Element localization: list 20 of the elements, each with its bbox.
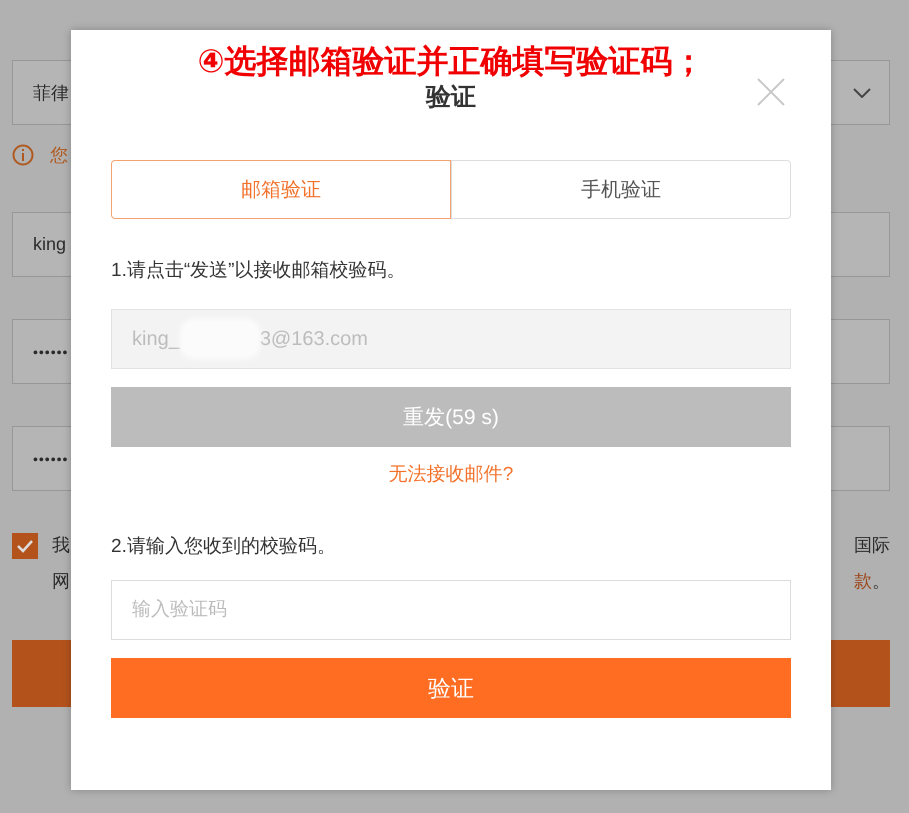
tab[interactable]: 手机验证 [451, 160, 791, 219]
agreement-text: 我 [52, 534, 70, 557]
agreement-text: 国际 [854, 535, 890, 555]
code-field[interactable]: 输入验证码 [111, 580, 791, 640]
agreement-checkbox[interactable] [12, 533, 38, 559]
chevron-down-icon [853, 88, 871, 98]
checkmark-icon [16, 539, 34, 553]
annotation-text: ④选择邮箱验证并正确填写验证码； [197, 42, 705, 80]
notice-text: 您 [50, 144, 68, 167]
agreement-text: 。 [872, 571, 890, 591]
info-icon [12, 144, 34, 166]
select-value: 菲律 [33, 82, 69, 104]
agreement-text: 网 [52, 570, 70, 593]
help-link[interactable]: 无法接收邮件? [388, 463, 514, 487]
instruction-text: 2.请输入您收到的校验码。 [111, 535, 336, 559]
verify-button[interactable]: 验证 [111, 658, 791, 718]
tab[interactable]: 邮箱验证 [111, 160, 451, 219]
terms-link[interactable]: 款 [854, 571, 872, 591]
instruction-text: 1.请点击“发送”以接收邮箱校验码。 [111, 259, 406, 283]
dialog-title: 验证 [426, 82, 476, 112]
